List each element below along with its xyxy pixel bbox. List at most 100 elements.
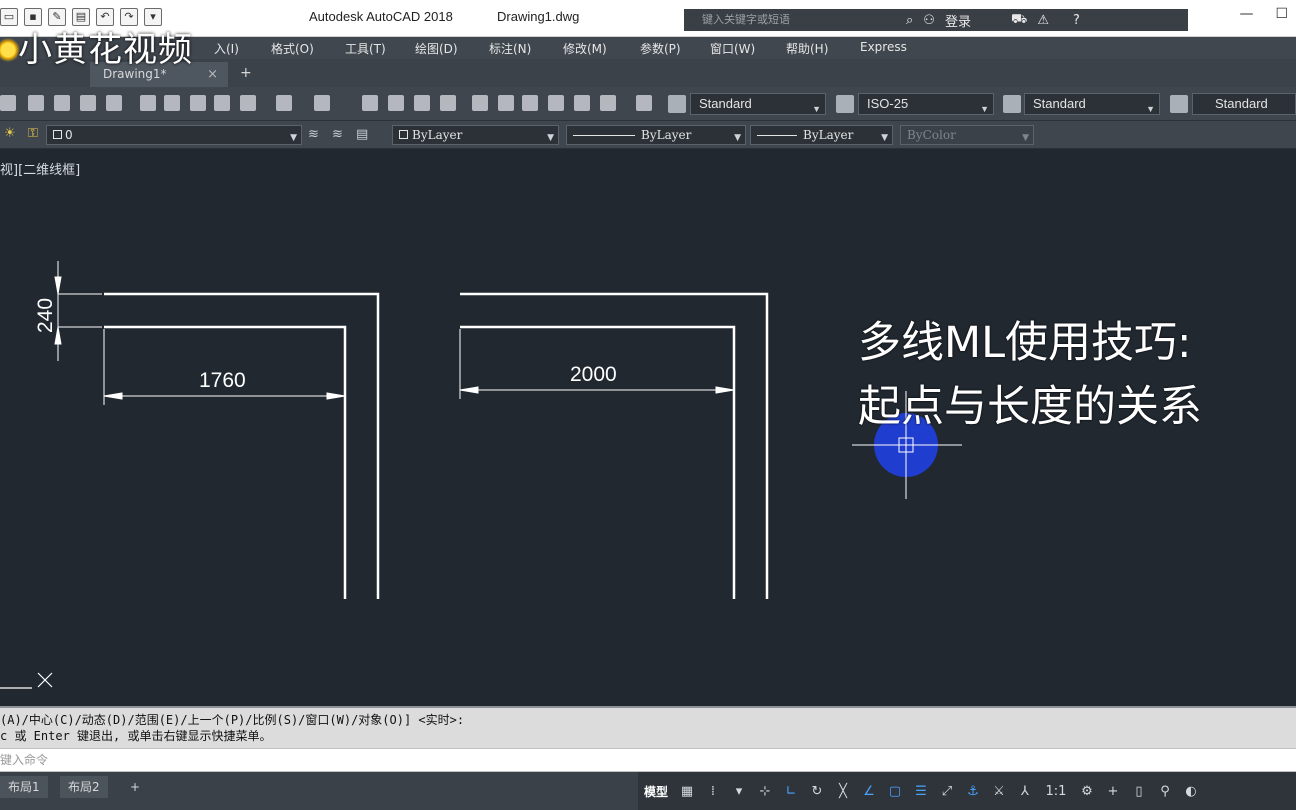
minimize-icon[interactable]: — xyxy=(1239,6,1253,22)
left-multiline[interactable] xyxy=(104,292,380,599)
grid-icon[interactable]: ▦ xyxy=(674,780,700,802)
plot-icon[interactable] xyxy=(28,95,44,111)
object-snap-tracking-icon[interactable]: ∠ xyxy=(856,780,882,802)
menu-item-2[interactable]: 工具(T) xyxy=(345,40,386,57)
auto-scale-icon[interactable]: ⚔ xyxy=(986,780,1012,802)
units-icon[interactable]: ▯ xyxy=(1126,780,1152,802)
tab-close-icon[interactable]: × xyxy=(207,62,218,87)
undo-icon[interactable] xyxy=(276,95,292,111)
markup-icon[interactable] xyxy=(574,95,590,111)
layer-state-icon[interactable]: ☀ xyxy=(4,126,16,141)
search-input[interactable]: 键入关键字或短语 xyxy=(684,9,900,31)
tool-palettes-icon[interactable] xyxy=(522,95,538,111)
menu-item-8[interactable]: 帮助(H) xyxy=(786,40,828,57)
menu-item-0[interactable]: 入(I) xyxy=(214,40,239,57)
dim-style-icon[interactable] xyxy=(836,95,854,113)
snap-dropdown-icon[interactable]: ▾ xyxy=(726,780,752,802)
selection-cycling-icon[interactable]: ⤢ xyxy=(934,780,960,802)
layer-select[interactable]: 0 ▼ xyxy=(46,125,302,145)
tab-layout2[interactable]: 布局2 xyxy=(60,776,108,798)
copy-icon[interactable] xyxy=(164,95,180,111)
user-icon[interactable]: ⚇ xyxy=(923,13,935,28)
snap-icon[interactable]: ⁞ xyxy=(700,780,726,802)
quickcalc-icon[interactable] xyxy=(600,95,616,111)
dimension-text-1760: 1760 xyxy=(199,369,246,392)
layer-lock-icon[interactable]: ⚿ xyxy=(28,126,38,141)
properties-icon[interactable] xyxy=(472,95,488,111)
annotation-monitor-icon[interactable]: + xyxy=(1100,780,1126,802)
exchange-icon[interactable]: ⚠ xyxy=(1037,13,1049,28)
ortho-icon[interactable]: ∟ xyxy=(778,780,804,802)
right-multiline-outer[interactable] xyxy=(460,292,769,599)
open-file-icon[interactable]: ▭ xyxy=(0,8,18,26)
make-current-icon[interactable]: ≋ xyxy=(332,127,343,142)
isolate-objects-icon[interactable]: ◐ xyxy=(1178,780,1204,802)
color-select[interactable]: ByLayer ▼ xyxy=(392,125,559,145)
block-editor-icon[interactable] xyxy=(240,95,256,111)
table-style-icon[interactable] xyxy=(1003,95,1021,113)
zoom-realtime-icon[interactable] xyxy=(388,95,404,111)
plot-preview-icon[interactable] xyxy=(54,95,70,111)
help-icon[interactable] xyxy=(636,95,652,111)
annotation-scale-value[interactable]: 1:1 xyxy=(1038,780,1074,802)
design-center-icon[interactable] xyxy=(498,95,514,111)
add-layout-button[interactable]: + xyxy=(122,776,148,798)
command-input[interactable]: 键入命令 xyxy=(0,748,1296,772)
menu-item-3[interactable]: 绘图(D) xyxy=(415,40,458,57)
lineweight-icon[interactable]: ☰ xyxy=(908,780,934,802)
mleader-style-icon[interactable] xyxy=(1170,95,1188,113)
maximize-icon[interactable]: ☐ xyxy=(1275,6,1288,22)
menu-item-6[interactable]: 参数(P) xyxy=(640,40,681,57)
cut-icon[interactable] xyxy=(140,95,156,111)
match-properties-icon[interactable] xyxy=(214,95,230,111)
table-style-select[interactable]: Standard ▼ xyxy=(1024,93,1160,115)
text-style-select[interactable]: Standard ▼ xyxy=(690,93,826,115)
menu-item-4[interactable]: 标注(N) xyxy=(489,40,531,57)
dim-style-value: ISO-25 xyxy=(867,96,909,111)
help-button[interactable]: ? xyxy=(1073,13,1080,28)
menu-item-1[interactable]: 格式(O) xyxy=(271,40,314,57)
right-multiline[interactable] xyxy=(460,292,769,599)
quick-properties-icon[interactable]: ⚲ xyxy=(1152,780,1178,802)
left-width-dimension[interactable] xyxy=(103,329,346,405)
menu-item-7[interactable]: 窗口(W) xyxy=(710,40,755,57)
workspace-gear-icon[interactable]: ⚙ xyxy=(1074,780,1100,802)
drawing-canvas[interactable]: 视][二维线框] 1760 240 2000 多线ML使用技巧: 起点与长度的关… xyxy=(0,149,1296,706)
object-snap-icon[interactable]: ▢ xyxy=(882,780,908,802)
login-link[interactable]: 登录 xyxy=(945,11,971,30)
pan-icon[interactable] xyxy=(362,95,378,111)
annotation-scale-icon[interactable]: ⅄ xyxy=(1012,780,1038,802)
cart-icon[interactable]: ⛟ xyxy=(1011,12,1027,29)
dim-style-select[interactable]: ISO-25 ▼ xyxy=(858,93,994,115)
binoculars-icon[interactable]: ⌕ xyxy=(906,13,913,28)
tab-layout1[interactable]: 布局1 xyxy=(0,776,48,798)
left-multiline-inner[interactable] xyxy=(104,325,347,599)
annotation-visibility-icon[interactable]: ⚓ xyxy=(960,780,986,802)
new-tab-button[interactable]: + xyxy=(240,65,252,81)
paste-icon[interactable] xyxy=(190,95,206,111)
infer-constraints-icon[interactable]: ⊹ xyxy=(752,780,778,802)
redo-icon[interactable] xyxy=(314,95,330,111)
table-style-value: Standard xyxy=(1033,96,1086,111)
layer-previous-icon[interactable]: ▤ xyxy=(356,127,368,142)
sheet-set-icon[interactable] xyxy=(548,95,564,111)
command-history-line-2: c 或 Enter 键退出, 或单击右键显示快捷菜单。 xyxy=(0,729,272,743)
new-icon[interactable] xyxy=(0,95,16,111)
3d-print-icon[interactable] xyxy=(106,95,122,111)
isodraft-icon[interactable]: ╳ xyxy=(830,780,856,802)
publish-icon[interactable] xyxy=(80,95,96,111)
zoom-window-icon[interactable] xyxy=(414,95,430,111)
command-history-line-1: (A)/中心(C)/动态(D)/范围(E)/上一个(P)/比例(S)/窗口(W)… xyxy=(0,713,465,727)
model-space-button[interactable]: 模型 xyxy=(638,780,674,802)
menu-item-9[interactable]: Express xyxy=(860,40,907,54)
text-style-icon[interactable] xyxy=(668,95,686,113)
linetype-select[interactable]: ByLayer ▼ xyxy=(566,125,746,145)
left-offset-dimension[interactable] xyxy=(54,261,102,361)
mleader-style-select[interactable]: Standard xyxy=(1192,93,1296,115)
left-multiline-outer[interactable] xyxy=(104,292,380,599)
menu-item-5[interactable]: 修改(M) xyxy=(563,40,607,57)
lineweight-select[interactable]: ByLayer ▼ xyxy=(750,125,893,145)
layer-properties-icon[interactable]: ≋ xyxy=(308,127,319,142)
zoom-previous-icon[interactable] xyxy=(440,95,456,111)
polar-tracking-icon[interactable]: ↻ xyxy=(804,780,830,802)
